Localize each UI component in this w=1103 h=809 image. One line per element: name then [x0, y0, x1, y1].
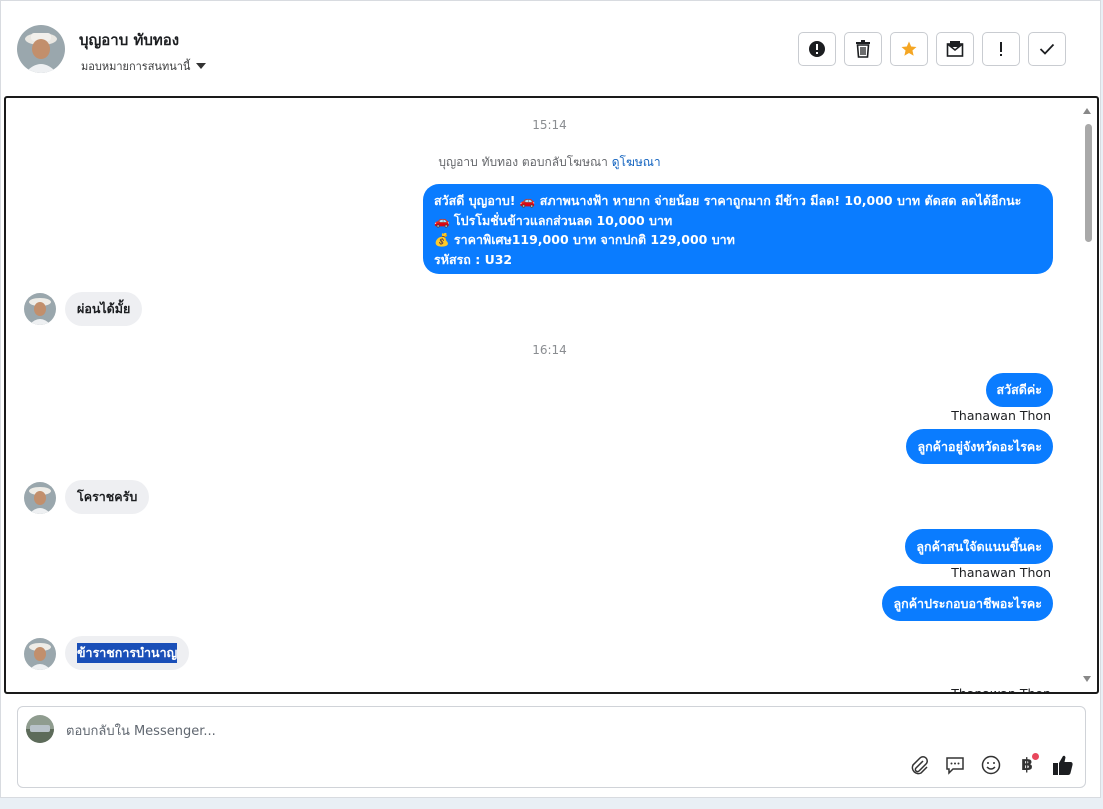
notification-dot [1032, 753, 1039, 760]
spam-button[interactable] [798, 32, 836, 66]
sender-name: Thanawan Thon [951, 565, 1051, 580]
done-button[interactable] [1028, 32, 1066, 66]
sender-name: Thanawan Thon [951, 408, 1051, 423]
sender-name: Thanawan Thon [951, 686, 1051, 694]
view-ad-link[interactable]: ดูโฆษณา [612, 155, 661, 169]
ad-line-4: รหัสรถ : U32 [434, 251, 513, 267]
ad-reply-note: บุญอาบ ทับทอง ตอบกลับโฆษณา ดูโฆษณา [6, 153, 1093, 172]
exclamation-icon [1000, 42, 1002, 56]
outgoing-message: ลูกค้าสนใจัดแนนขึ้นคะ [905, 529, 1053, 564]
timestamp: 16:14 [532, 343, 567, 357]
check-icon [1039, 43, 1055, 55]
emoji-icon [981, 755, 1001, 775]
emoji-button[interactable] [979, 753, 1003, 777]
scroll-down-arrow-icon[interactable] [1083, 676, 1091, 682]
paperclip-icon [911, 756, 928, 775]
page-avatar [26, 715, 54, 743]
delete-button[interactable] [844, 32, 882, 66]
assign-conversation-dropdown[interactable]: มอบหมายการสนทนานี้ [81, 57, 207, 75]
ad-line-2: 🚗 โปรโมชั่นข้าวแลกส่วนลด 10,000 บาท [434, 212, 673, 228]
conversation-panel: บุญอาบ ทับทอง มอบหมายการสนทนานี้ 15:14 บ… [0, 0, 1101, 798]
outgoing-message: ลูกค้าประกอบอาชีพอะไรคะ [882, 586, 1053, 621]
incoming-message: ข้าราชการบำนาญ [65, 636, 190, 670]
star-icon [901, 41, 917, 56]
scroll-up-arrow-icon[interactable] [1083, 108, 1091, 114]
envelope-icon [946, 41, 964, 57]
saved-replies-button[interactable] [943, 753, 967, 777]
ad-reply-text: บุญอาบ ทับทอง ตอบกลับโฆษณา [438, 155, 608, 169]
reply-input[interactable] [64, 719, 768, 743]
contact-avatar-small[interactable] [24, 638, 56, 670]
reply-bubble-icon [946, 757, 964, 775]
baht-icon: ฿ [1021, 755, 1033, 775]
mark-unread-button[interactable] [936, 32, 974, 66]
outgoing-message: ลูกค้าอยู่จังหวัดอะไรคะ [906, 429, 1053, 464]
outgoing-message: สวัสดีค่ะ [985, 373, 1053, 407]
contact-avatar-small[interactable] [24, 293, 56, 325]
like-button[interactable] [1051, 753, 1075, 777]
message-thread[interactable]: 15:14 บุญอาบ ทับทอง ตอบกลับโฆษณา ดูโฆษณา… [4, 96, 1099, 694]
star-button[interactable] [890, 32, 928, 66]
payment-button[interactable]: ฿ [1015, 753, 1039, 777]
message-composer: ฿ [17, 706, 1086, 788]
scrollbar-thumb[interactable] [1085, 124, 1092, 242]
incoming-message: ผ่อนได้มั้ย [65, 292, 143, 326]
attach-button[interactable] [907, 753, 931, 777]
assign-label: มอบหมายการสนทนานี้ [81, 60, 191, 73]
header-actions [798, 32, 1066, 66]
composer-tools: ฿ [907, 753, 1075, 777]
contact-avatar[interactable] [17, 25, 65, 73]
outgoing-message-ad: สวัสดี บุญอาบ! 🚗 สภาพนางฟ้า หายาก จ่ายน้… [423, 184, 1053, 274]
ad-line-3: 💰 ราคาพิเศษ119,000 บาท จากปกติ 129,000 บ… [434, 232, 735, 247]
contact-avatar-small[interactable] [24, 482, 56, 514]
alert-circle-icon [809, 41, 825, 57]
scrollbar[interactable] [1083, 102, 1095, 688]
conversation-header: บุญอาบ ทับทอง มอบหมายการสนทนานี้ [1, 1, 1102, 95]
thumbs-up-icon [1053, 755, 1073, 775]
follow-up-button[interactable] [982, 32, 1020, 66]
selected-text[interactable]: ข้าราชการบำนาญ [77, 643, 178, 663]
contact-name: บุญอาบ ทับทอง [79, 31, 180, 49]
trash-icon [856, 40, 870, 58]
timestamp: 15:14 [532, 118, 567, 132]
ad-line-1: สวัสดี บุญอาบ! 🚗 สภาพนางฟ้า หายาก จ่ายน้… [434, 193, 1022, 208]
incoming-message: โคราชครับ [65, 480, 150, 514]
caret-down-icon [196, 63, 207, 69]
